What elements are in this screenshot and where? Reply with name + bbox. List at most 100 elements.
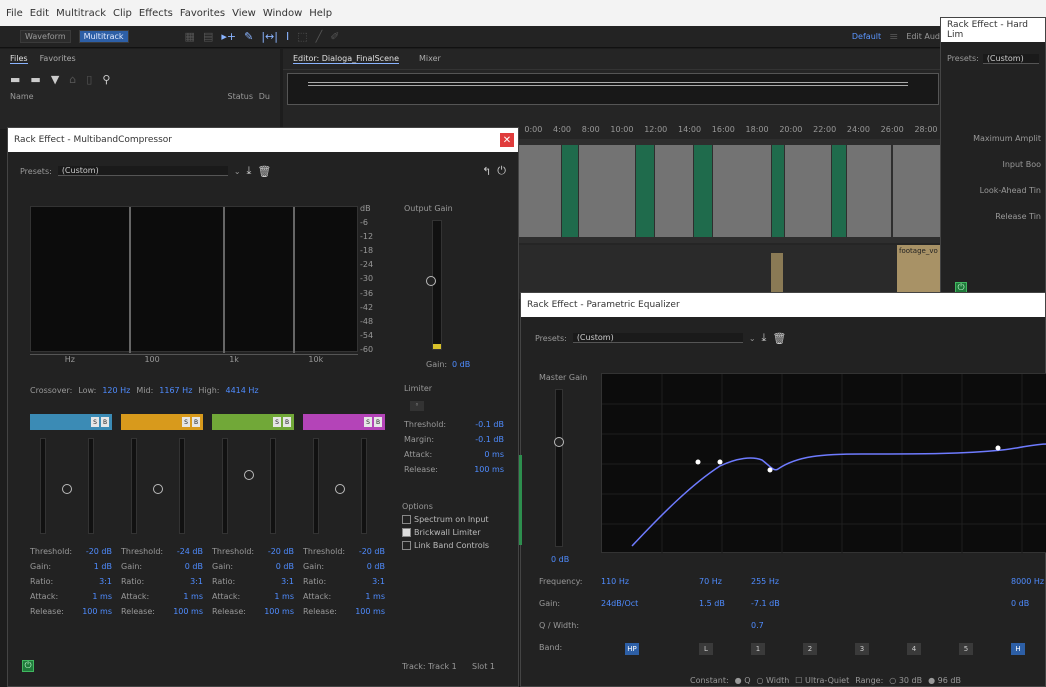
chevron-down-icon[interactable]: ⌄	[234, 167, 241, 176]
crossover-marker[interactable]	[129, 207, 131, 353]
tab-mixer[interactable]: Mixer	[419, 54, 441, 64]
audio-clip[interactable]	[655, 145, 693, 237]
bypass-button[interactable]: B	[101, 417, 109, 427]
edit-audio-label[interactable]: Edit Aud	[906, 32, 940, 41]
output-gain-value[interactable]: 0 dB	[452, 360, 470, 369]
band-button[interactable]: H	[1011, 643, 1025, 655]
gain-value[interactable]: -7.1 dB	[751, 599, 780, 608]
close-file-icon[interactable]: ⌂	[69, 73, 76, 86]
threshold-slider[interactable]	[62, 484, 72, 494]
time-selection-icon[interactable]: I	[286, 30, 289, 43]
gain-value[interactable]: 0 dB	[367, 559, 385, 574]
audio-clip[interactable]	[579, 145, 635, 237]
track-1-lane[interactable]	[519, 139, 943, 243]
link-band-checkbox[interactable]	[402, 541, 411, 550]
overview-bar[interactable]	[287, 73, 939, 105]
crossover-marker[interactable]	[223, 207, 225, 353]
audio-clip-selected[interactable]	[562, 145, 578, 237]
menu-effects[interactable]: Effects	[139, 8, 173, 19]
frequency-value[interactable]: 255 Hz	[751, 577, 779, 586]
band-button[interactable]: 1	[751, 643, 765, 655]
tab-favorites[interactable]: Favorites	[40, 54, 76, 64]
power-toggle[interactable]: ⏻	[22, 660, 34, 672]
ratio-value[interactable]: 3:1	[99, 574, 112, 589]
solo-button[interactable]: S	[364, 417, 372, 427]
open-file-icon[interactable]: ▬	[10, 73, 20, 86]
band-button[interactable]: 5	[959, 643, 973, 655]
marquee-icon[interactable]: ⬚	[297, 30, 307, 43]
audio-clip[interactable]	[893, 145, 943, 237]
threshold-value[interactable]: -20 dB	[86, 544, 112, 559]
master-gain-slider[interactable]	[554, 437, 564, 447]
resize-handle[interactable]	[519, 455, 522, 545]
chevron-down-icon[interactable]: ⌄	[749, 334, 756, 343]
audio-clip[interactable]	[771, 253, 783, 293]
threshold-value[interactable]: -20 dB	[359, 544, 385, 559]
delete-icon[interactable]: ▯	[86, 73, 92, 86]
band-graph[interactable]	[30, 206, 358, 353]
bypass-button[interactable]: B	[192, 417, 200, 427]
delete-preset-icon[interactable]: 🗑	[772, 332, 786, 345]
attack-value[interactable]: 1 ms	[183, 589, 203, 604]
q-radio[interactable]: ● Q	[735, 676, 751, 687]
razor-tool-icon[interactable]: ✎	[244, 30, 253, 43]
range-96-radio[interactable]: ● 96 dB	[928, 676, 961, 687]
limiter-margin-value[interactable]: -0.1 dB	[475, 432, 504, 447]
mid-crossover-value[interactable]: 1167 Hz	[159, 386, 192, 395]
multitrack-button[interactable]: Multitrack	[78, 30, 129, 43]
menu-multitrack[interactable]: Multitrack	[56, 8, 106, 19]
workspace-default[interactable]: Default	[852, 32, 881, 41]
low-crossover-value[interactable]: 120 Hz	[102, 386, 130, 395]
limiter-threshold-value[interactable]: -0.1 dB	[475, 417, 504, 432]
band-button[interactable]: L	[699, 643, 713, 655]
save-preset-icon[interactable]: ⤓	[247, 164, 252, 178]
width-radio[interactable]: ○ Width	[757, 676, 790, 687]
workspace-menu-icon[interactable]: ≡	[889, 30, 898, 43]
frequency-value[interactable]: 110 Hz	[601, 577, 629, 586]
menu-favorites[interactable]: Favorites	[180, 8, 225, 19]
range-30-radio[interactable]: ○ 30 dB	[889, 676, 922, 687]
gain-value[interactable]: 24dB/Oct	[601, 599, 638, 608]
attack-value[interactable]: 1 ms	[274, 589, 294, 604]
gain-value[interactable]: 0 dB	[276, 559, 294, 574]
limiter-release-value[interactable]: 100 ms	[474, 462, 504, 477]
power-icon[interactable]: ⏻	[497, 164, 506, 178]
col-name[interactable]: Name	[10, 92, 34, 102]
band-button[interactable]: HP	[625, 643, 639, 655]
tab-files[interactable]: Files	[10, 54, 28, 64]
solo-button[interactable]: S	[273, 417, 281, 427]
band-button[interactable]: 3	[855, 643, 869, 655]
gain-value[interactable]: 0 dB	[185, 559, 203, 574]
frequency-value[interactable]: 8000 Hz	[1011, 577, 1044, 586]
audio-clip-selected[interactable]	[694, 145, 712, 237]
waveform-button[interactable]: Waveform	[20, 30, 71, 43]
audio-clip-selected[interactable]	[772, 145, 784, 237]
frequency-value[interactable]: 70 Hz	[699, 577, 722, 586]
lasso-icon[interactable]: ╱	[316, 30, 323, 43]
new-file-icon[interactable]: ▼	[51, 73, 59, 86]
solo-button[interactable]: S	[182, 417, 190, 427]
brickwall-checkbox[interactable]	[402, 528, 411, 537]
footage-clip[interactable]: footage_vo	[897, 245, 943, 293]
threshold-value[interactable]: -24 dB	[177, 544, 203, 559]
slip-tool-icon[interactable]: |↔|	[261, 30, 278, 43]
search-icon[interactable]: ⚲	[102, 73, 110, 86]
q-width-value[interactable]: 0.7	[751, 621, 764, 630]
limiter-attack-value[interactable]: 0 ms	[484, 447, 504, 462]
threshold-slider[interactable]	[335, 484, 345, 494]
delete-preset-icon[interactable]: 🗑	[257, 165, 271, 178]
audio-clip-selected[interactable]	[636, 145, 654, 237]
limiter-bypass-icon[interactable]: ◦	[410, 401, 424, 411]
menu-file[interactable]: File	[6, 8, 23, 19]
band-button[interactable]: 4	[907, 643, 921, 655]
threshold-slider[interactable]	[153, 484, 163, 494]
eq-graph[interactable]	[601, 373, 1046, 554]
ratio-value[interactable]: 3:1	[190, 574, 203, 589]
audio-clip[interactable]	[785, 145, 831, 237]
spectrum-checkbox[interactable]	[402, 515, 411, 524]
attack-value[interactable]: 1 ms	[365, 589, 385, 604]
ultra-quiet-checkbox[interactable]: ☐ Ultra-Quiet	[795, 676, 849, 687]
release-value[interactable]: 100 ms	[82, 604, 112, 619]
audio-clip[interactable]	[847, 145, 891, 237]
audio-clip-selected[interactable]	[832, 145, 846, 237]
